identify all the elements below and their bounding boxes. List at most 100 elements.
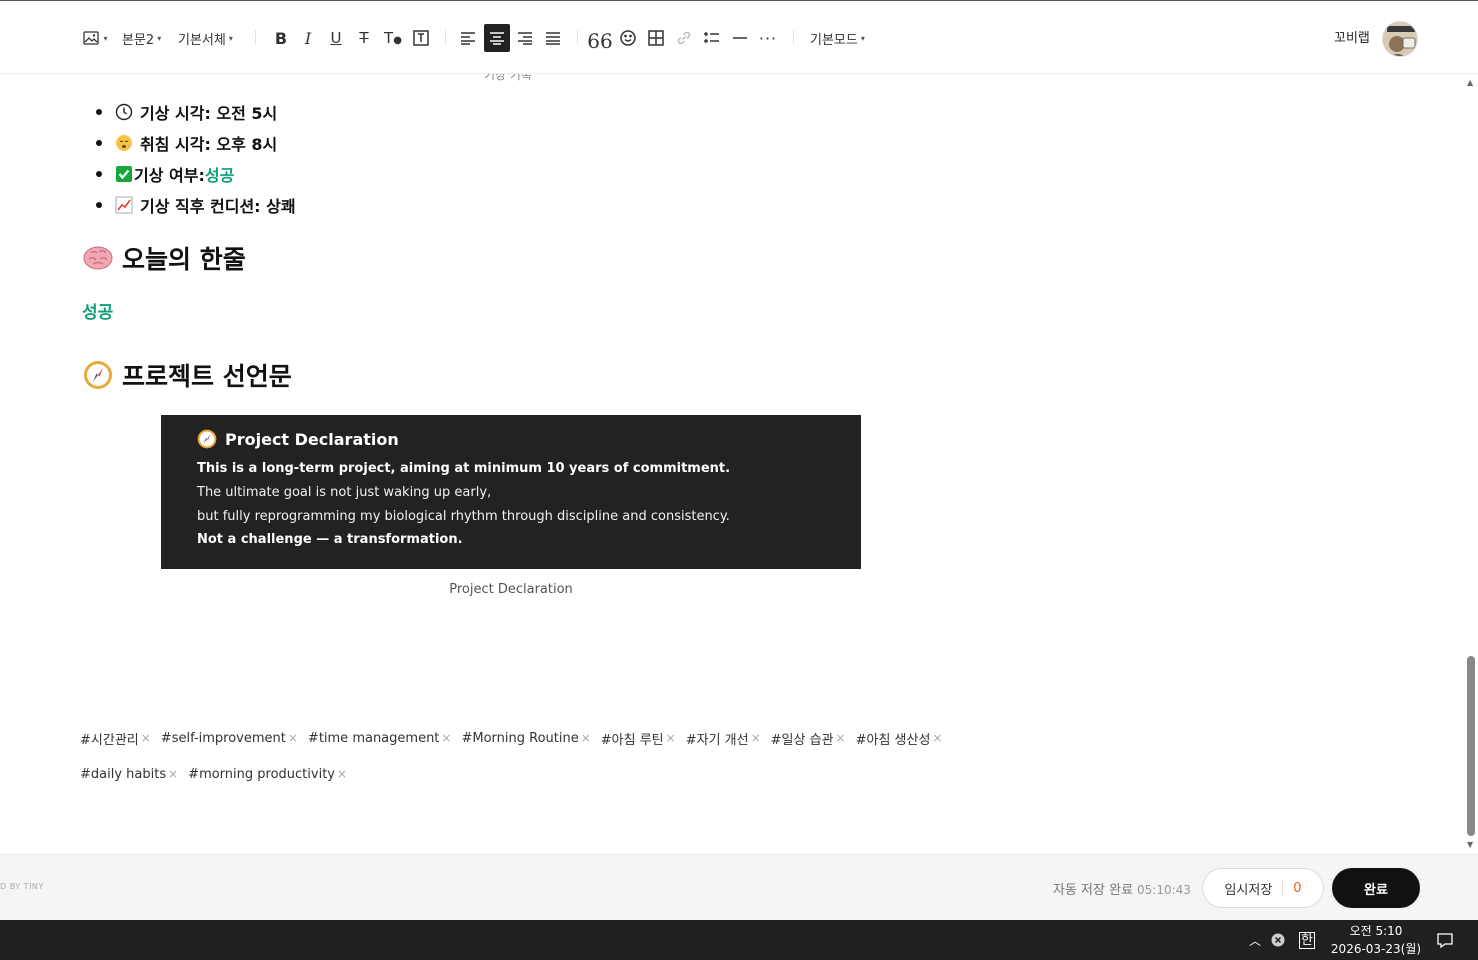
bullet-list: 기상 시각: 오전 5시 취침 시각: 오후 8시 기상 여부: 성공 기상 직… — [96, 96, 296, 220]
scroll-thumb[interactable] — [1467, 656, 1475, 836]
tag-chip[interactable]: #일상 습관 × — [771, 729, 846, 748]
tag-chip[interactable]: #아침 생산성 × — [856, 729, 943, 748]
table-icon — [648, 30, 664, 46]
link-button[interactable] — [671, 24, 697, 52]
ime-indicator[interactable]: 한 — [1296, 920, 1318, 960]
align-left-button[interactable] — [455, 24, 481, 52]
tag-label: #Morning Routine — [461, 730, 579, 746]
tag-row: #daily habits × #morning productivity × — [80, 756, 980, 792]
tag-label: #self-improvement — [160, 730, 286, 746]
windows-taskbar: ︿ 한 오전 5:10 2026-03-23(월) — [0, 920, 1478, 960]
underline-icon: U — [330, 29, 342, 47]
scrollbar[interactable]: ▲ ▼ — [1464, 74, 1478, 854]
editor-footer: D BY TINY 자동 저장 완료 05:10:43 임시저장 0 완료 — [0, 854, 1478, 920]
tray-status-button[interactable] — [1268, 920, 1288, 960]
tag-remove-icon[interactable]: × — [581, 731, 591, 745]
scroll-down-icon[interactable]: ▼ — [1467, 840, 1473, 849]
avatar[interactable] — [1382, 21, 1418, 57]
tag-label: #morning productivity — [188, 766, 335, 782]
tag-chip[interactable]: #time management × — [308, 731, 452, 746]
notification-button[interactable] — [1432, 920, 1458, 960]
draft-count[interactable]: 0 — [1293, 881, 1301, 896]
tag-remove-icon[interactable]: × — [441, 731, 451, 745]
align-justify-button[interactable] — [540, 24, 566, 52]
save-draft-button[interactable]: 임시저장 0 — [1202, 868, 1324, 908]
declaration-line: The ultimate goal is not just waking up … — [197, 485, 492, 500]
autosave-status: 자동 저장 완료 05:10:43 — [1053, 883, 1191, 898]
align-right-icon — [518, 32, 532, 45]
powered-by-text: D BY TINY — [0, 882, 44, 891]
clock-icon — [114, 102, 134, 122]
sleepy-face-icon — [114, 133, 134, 153]
tag-chip[interactable]: #시간관리 × — [80, 729, 151, 748]
tray-overflow-button[interactable]: ︿ — [1244, 920, 1266, 960]
tag-chip[interactable]: #자기 개선 × — [686, 729, 761, 748]
italic-icon: I — [304, 28, 312, 48]
tag-chip[interactable]: #morning productivity × — [188, 767, 347, 782]
tag-remove-icon[interactable]: × — [666, 731, 676, 745]
tag-remove-icon[interactable]: × — [932, 731, 942, 745]
more-horizontal-icon: ··· — [758, 28, 778, 48]
tag-chip[interactable]: #self-improvement × — [161, 731, 298, 746]
tag-remove-icon[interactable]: × — [168, 767, 178, 781]
align-center-icon — [490, 32, 504, 45]
align-right-button[interactable] — [512, 24, 538, 52]
declaration-title: Project Declaration — [197, 429, 399, 449]
tag-label: #자기 개선 — [685, 732, 749, 748]
table-button[interactable] — [643, 24, 669, 52]
scroll-up-icon[interactable]: ▲ — [1467, 78, 1473, 87]
emoji-button[interactable] — [615, 24, 641, 52]
quote-icon: 66 — [587, 29, 613, 53]
toolbar-divider — [577, 30, 578, 44]
avatar-image-icon — [1383, 22, 1417, 56]
italic-button[interactable]: I — [295, 24, 321, 52]
font-color-icon: T● — [384, 29, 402, 47]
tag-remove-icon[interactable]: × — [337, 767, 347, 781]
tag-remove-icon[interactable]: × — [141, 731, 151, 745]
tag-chip[interactable]: #Morning Routine × — [461, 731, 590, 746]
project-declaration-image[interactable]: Project Declaration This is a long-term … — [161, 415, 861, 569]
strikethrough-icon: T — [359, 29, 369, 47]
brain-icon — [82, 242, 114, 274]
publish-button[interactable]: 완료 — [1332, 868, 1420, 908]
system-clock[interactable]: 오전 5:10 2026-03-23(월) — [1324, 922, 1428, 958]
tag-label: #time management — [307, 730, 440, 746]
tag-label: #daily habits — [80, 766, 167, 782]
paragraph-style-select[interactable]: 본문2 ▾ — [122, 24, 161, 52]
align-justify-icon — [546, 32, 560, 45]
notification-icon — [1437, 933, 1453, 949]
underline-button[interactable]: U — [323, 24, 349, 52]
user-name[interactable]: 꼬비랩 — [1334, 27, 1370, 46]
tag-remove-icon[interactable]: × — [288, 731, 298, 745]
font-family-select[interactable]: 기본서체 ▾ — [178, 24, 233, 52]
status-value: 성공 — [204, 165, 235, 185]
toolbar-divider — [255, 30, 256, 44]
chart-up-icon — [114, 195, 134, 215]
link-icon — [677, 31, 691, 45]
strikethrough-button[interactable]: T — [351, 24, 377, 52]
list-button[interactable] — [699, 24, 725, 52]
quote-button[interactable]: 66 — [587, 24, 613, 53]
font-color-button[interactable]: T● — [380, 24, 406, 52]
tag-remove-icon[interactable]: × — [751, 731, 761, 745]
list-item: 기상 시각: 오전 5시 — [96, 96, 296, 127]
toolbar-divider — [445, 30, 446, 44]
editor-content[interactable]: 기상 기록 기상 시각: 오전 5시 취침 시각: 오후 8시 기상 여부: 성… — [0, 74, 1464, 854]
insert-image-button[interactable]: ▾ — [80, 24, 110, 52]
bold-button[interactable]: B — [268, 24, 294, 52]
tag-remove-icon[interactable]: × — [836, 731, 846, 745]
tag-chip[interactable]: #아침 루틴 × — [601, 729, 676, 748]
image-caption[interactable]: Project Declaration — [161, 582, 861, 597]
tag-chip[interactable]: #daily habits × — [80, 767, 178, 782]
background-color-button[interactable] — [408, 24, 434, 52]
editor-mode-select[interactable]: 기본모드 ▾ — [810, 24, 865, 52]
more-options-button[interactable]: ··· — [755, 24, 781, 52]
horizontal-line-icon — [733, 37, 747, 39]
horizontal-rule-button[interactable] — [727, 24, 753, 52]
chevron-down-icon: ▾ — [228, 33, 233, 43]
bullet-list-icon — [704, 32, 719, 43]
declaration-line: This is a long-term project, aiming at m… — [197, 461, 731, 476]
tag-label: #시간관리 — [80, 732, 139, 748]
divider — [1282, 881, 1284, 895]
align-center-button[interactable] — [484, 24, 510, 52]
